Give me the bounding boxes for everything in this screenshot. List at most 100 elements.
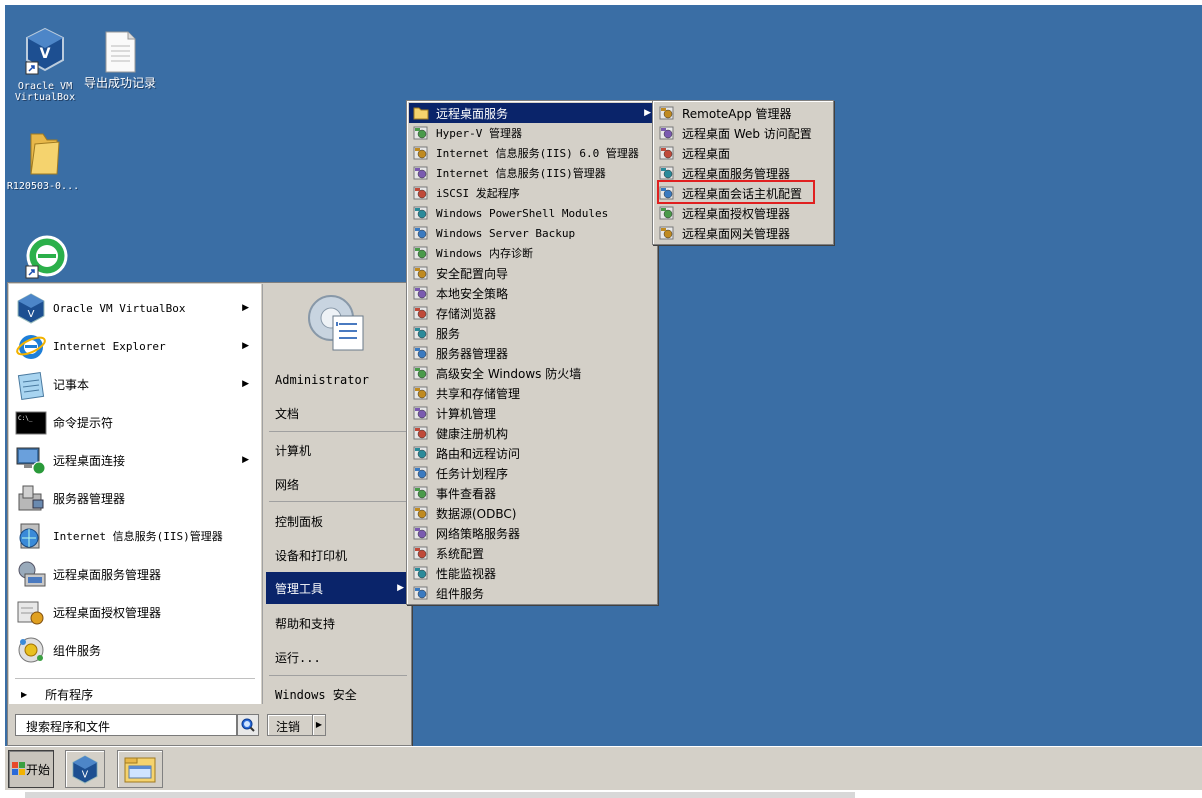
start-item-iis-manager[interactable]: Internet 信息服务(IIS)管理器 <box>15 518 255 554</box>
rds-menu-item[interactable]: 远程桌面授权管理器 <box>655 203 831 223</box>
all-programs-button[interactable]: ▶ 所有程序 <box>15 684 255 704</box>
start-item-label: Internet 信息服务(IIS)管理器 <box>53 530 223 543</box>
admin-tools-item[interactable]: 网络策略服务器 <box>409 523 655 543</box>
documents-link[interactable]: 文档 <box>263 399 411 427</box>
start-item-internet-explorer[interactable]: Internet Explorer ▶ <box>15 328 255 364</box>
admin-tools-item-label: 存储浏览器 <box>436 306 497 321</box>
start-menu-right-pane: Administrator 文档 计算机 网络 控制面板 设备和打印机 管理工具… <box>262 284 411 704</box>
admin-tools-item[interactable]: 本地安全策略 <box>409 283 655 303</box>
rds-menu-item-label: 远程桌面网关管理器 <box>682 226 791 241</box>
desktop-icon-ie[interactable] <box>5 232 85 285</box>
virtualbox-icon: V <box>25 27 64 75</box>
admin-tools-item-label: 网络策略服务器 <box>436 526 521 541</box>
admin-tools-item-label: 高级安全 Windows 防火墙 <box>436 366 582 381</box>
admin-tools-item[interactable]: Windows PowerShell Modules <box>409 203 655 223</box>
admin-tools-item[interactable]: 存储浏览器 <box>409 303 655 323</box>
start-button[interactable]: 开始 <box>8 750 54 788</box>
admin-tools-item[interactable]: 事件查看器 <box>409 483 655 503</box>
admin-tools-item[interactable]: Internet 信息服务(IIS)管理器 <box>409 163 655 183</box>
remote-desktops-icon <box>659 146 674 160</box>
admin-tools-item[interactable]: 服务 <box>409 323 655 343</box>
admin-tools-item[interactable]: 共享和存储管理 <box>409 383 655 403</box>
admin-tools-item[interactable]: 高级安全 Windows 防火墙 <box>409 363 655 383</box>
security-wizard-icon <box>413 266 428 280</box>
admin-tools-item[interactable]: iSCSI 发起程序 <box>409 183 655 203</box>
admin-tools-item[interactable]: 路由和远程访问 <box>409 443 655 463</box>
admin-tools-item[interactable]: Internet 信息服务(IIS) 6.0 管理器 <box>409 143 655 163</box>
help-support-link[interactable]: 帮助和支持 <box>263 609 411 637</box>
admin-tools-item[interactable]: 远程桌面服务 ▶ <box>409 103 655 123</box>
network-link[interactable]: 网络 <box>263 470 411 498</box>
devices-printers-link[interactable]: 设备和打印机 <box>263 541 411 569</box>
notepad-icon <box>17 372 45 400</box>
windows-logo-icon <box>11 762 25 775</box>
start-item-command-prompt[interactable]: C:\_ 命令提示符 <box>15 404 255 440</box>
start-item-label: 远程桌面授权管理器 <box>53 605 162 620</box>
start-item-remote-desktop[interactable]: 远程桌面连接 ▶ <box>15 442 255 478</box>
start-item-server-manager[interactable]: 服务器管理器 <box>15 480 255 516</box>
admin-tools-item[interactable]: 服务器管理器 <box>409 343 655 363</box>
server-manager-icon <box>413 346 428 360</box>
admin-tools-item[interactable]: 健康注册机构 <box>409 423 655 443</box>
admin-tools-item-label: Internet 信息服务(IIS) 6.0 管理器 <box>436 147 639 160</box>
computer-link[interactable]: 计算机 <box>263 436 411 464</box>
submenu-arrow-icon: ▶ <box>644 108 651 118</box>
search-icon <box>241 718 255 732</box>
performance-monitor-icon <box>413 566 428 580</box>
start-item-label: Internet Explorer <box>53 339 166 353</box>
taskbar-virtualbox-button[interactable]: V <box>65 750 105 788</box>
shutdown-options-button[interactable]: ▶ <box>312 714 326 736</box>
rds-menu-item[interactable]: RemoteApp 管理器 <box>655 103 831 123</box>
start-item-notepad[interactable]: 记事本 ▶ <box>15 366 255 402</box>
admin-tools-item-label: 服务器管理器 <box>436 346 509 361</box>
odbc-icon <box>413 506 428 520</box>
admin-tools-item[interactable]: 系统配置 <box>409 543 655 563</box>
admin-tools-item-label: 服务 <box>436 326 461 341</box>
horizontal-scrollbar[interactable] <box>25 792 855 798</box>
rds-menu-item[interactable]: 远程桌面网关管理器 <box>655 223 831 243</box>
admin-tools-item-label: 路由和远程访问 <box>436 446 521 461</box>
search-button[interactable] <box>237 714 259 736</box>
start-item-component-services[interactable]: 组件服务 <box>15 632 255 668</box>
rds-menu: RemoteApp 管理器 远程桌面 Web 访问配置 远程桌面 远程桌面服务管理器远… <box>652 100 834 245</box>
admin-tools-item[interactable]: Windows 内存诊断 <box>409 243 655 263</box>
start-item-rds-manager[interactable]: 远程桌面服务管理器 <box>15 556 255 592</box>
desktop-icon-folder[interactable]: R120503-0... <box>3 130 83 192</box>
start-menu: V Oracle VM VirtualBox ▶ Internet Explor… <box>7 282 412 746</box>
desktop-icon-export-log[interactable]: 导出成功记录 <box>80 30 160 89</box>
admin-tools-item-label: 远程桌面服务 <box>436 106 509 121</box>
rds-menu-item[interactable]: 远程桌面 Web 访问配置 <box>655 123 831 143</box>
search-input[interactable]: 搜索程序和文件 <box>15 714 237 736</box>
desktop-icon-virtualbox[interactable]: V Oracle VM VirtualBox <box>5 26 85 103</box>
admin-tools-item[interactable]: 数据源(ODBC) <box>409 503 655 523</box>
logoff-button[interactable]: 注销 <box>267 714 313 736</box>
menu-separator <box>269 675 407 676</box>
admin-tools-item[interactable]: 性能监视器 <box>409 563 655 583</box>
windows-security-link[interactable]: Windows 安全 <box>263 680 411 708</box>
start-item-label: 命令提示符 <box>53 415 114 430</box>
svg-text:V: V <box>28 309 35 320</box>
admin-tools-item[interactable]: 任务计划程序 <box>409 463 655 483</box>
remote-desktop-icon <box>16 447 46 475</box>
powershell-icon <box>413 206 428 220</box>
admin-tools-item[interactable]: 安全配置向导 <box>409 263 655 283</box>
admin-tools-item[interactable]: Windows Server Backup <box>409 223 655 243</box>
all-programs-label: 所有程序 <box>45 687 94 702</box>
admin-tools-link[interactable]: 管理工具 ▶ <box>266 572 410 604</box>
admin-tools-item-label: 任务计划程序 <box>436 466 509 481</box>
admin-tools-item[interactable]: 计算机管理 <box>409 403 655 423</box>
expand-arrow-icon: ▶ <box>21 689 28 699</box>
admin-tools-item[interactable]: 组件服务 <box>409 583 655 603</box>
run-link[interactable]: 运行... <box>263 643 411 671</box>
scrollbar-strip <box>0 790 1202 798</box>
admin-tools-item[interactable]: Hyper-V 管理器 <box>409 123 655 143</box>
start-item-rd-licensing[interactable]: 远程桌面授权管理器 <box>15 594 255 630</box>
user-name-link[interactable]: Administrator <box>263 366 411 394</box>
hyperv-icon <box>413 126 428 140</box>
rds-menu-item[interactable]: 远程桌面 <box>655 143 831 163</box>
control-panel-link[interactable]: 控制面板 <box>263 507 411 535</box>
taskbar-explorer-button[interactable] <box>117 750 163 788</box>
start-item-virtualbox[interactable]: V Oracle VM VirtualBox ▶ <box>15 290 255 326</box>
rds-menu-item-label: 远程桌面 <box>682 146 731 161</box>
submenu-arrow-icon: ▶ <box>242 341 249 351</box>
